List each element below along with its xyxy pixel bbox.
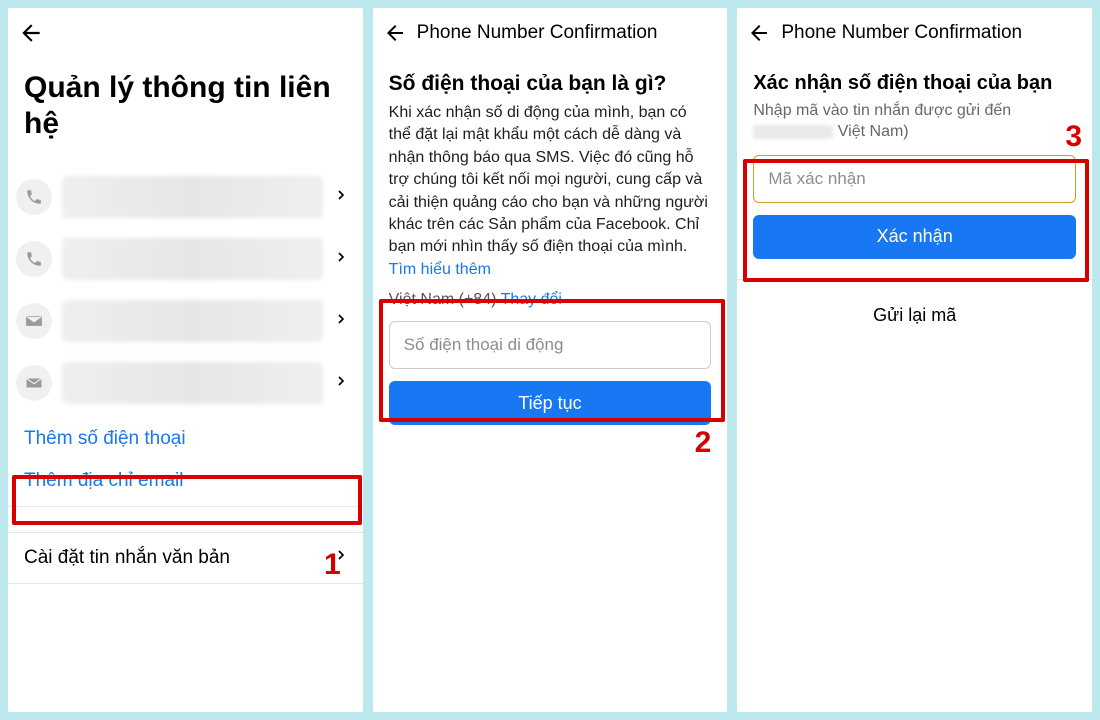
contact-row-phone[interactable]	[8, 166, 363, 228]
header-bar	[8, 8, 363, 58]
continue-button[interactable]: Tiếp tục	[389, 381, 712, 425]
chevron-right-icon	[333, 249, 349, 270]
annotation-number-2: 2	[695, 426, 712, 460]
mail-icon	[16, 365, 52, 401]
continue-label: Tiếp tục	[518, 393, 581, 414]
screen-code-confirmation: Phone Number Confirmation Xác nhận số đi…	[737, 8, 1092, 712]
country-prefix: Việt Nam (+84)	[389, 291, 497, 308]
phone-icon	[16, 241, 52, 277]
question-heading: Số điện thoại của bạn là gì?	[389, 72, 712, 96]
phone-placeholder: Số điện thoại di động	[404, 335, 564, 355]
header-bar: Phone Number Confirmation	[373, 8, 728, 58]
sms-settings-label: Cài đặt tin nhắn văn bản	[24, 547, 230, 569]
redacted-number	[753, 125, 833, 139]
explanation-text: Khi xác nhận số di động của mình, bạn có…	[389, 104, 708, 255]
redacted-value	[62, 176, 323, 218]
code-placeholder: Mã xác nhận	[768, 169, 865, 189]
resend-code-button[interactable]: Gửi lại mã	[753, 294, 1076, 338]
page-title: Quản lý thông tin liên hệ	[8, 58, 363, 166]
body: Xác nhận số điện thoại của bạn Nhập mã v…	[737, 58, 1092, 259]
header-title: Phone Number Confirmation	[781, 22, 1022, 44]
divider	[8, 506, 363, 532]
redacted-value	[62, 300, 323, 342]
subtitle-post: Việt Nam)	[838, 123, 909, 140]
redacted-value	[62, 238, 323, 280]
chevron-right-icon	[333, 547, 349, 569]
phone-number-input[interactable]: Số điện thoại di động	[389, 321, 712, 369]
sms-settings-row[interactable]: Cài đặt tin nhắn văn bản	[8, 532, 363, 584]
contact-row-email[interactable]	[8, 290, 363, 352]
header-bar: Phone Number Confirmation	[737, 8, 1092, 58]
resend-label: Gửi lại mã	[873, 305, 956, 326]
confirmation-code-input[interactable]: Mã xác nhận	[753, 155, 1076, 203]
confirm-label: Xác nhận	[877, 226, 953, 247]
chevron-right-icon	[333, 373, 349, 394]
country-code-line: Việt Nam (+84) Thay đổi	[389, 291, 712, 309]
subtitle-pre: Nhập mã vào tin nhắn được gửi đến	[753, 102, 1011, 119]
chevron-right-icon	[333, 311, 349, 332]
add-phone-link[interactable]: Thêm số điện thoại	[8, 414, 363, 464]
confirm-button[interactable]: Xác nhận	[753, 215, 1076, 259]
contact-row-phone[interactable]	[8, 228, 363, 290]
screen-contact-management: Quản lý thông tin liên hệ	[8, 8, 363, 712]
confirm-heading: Xác nhận số điện thoại của bạn	[753, 72, 1076, 95]
add-email-link[interactable]: Thêm địa chỉ email	[8, 464, 363, 506]
contact-row-email[interactable]	[8, 352, 363, 414]
back-arrow-icon[interactable]	[383, 21, 407, 45]
divider	[737, 279, 1092, 280]
phone-icon	[16, 179, 52, 215]
confirm-subtitle: Nhập mã vào tin nhắn được gửi đến Việt N…	[753, 101, 1076, 143]
back-arrow-icon[interactable]	[747, 21, 771, 45]
header-title: Phone Number Confirmation	[417, 22, 658, 44]
chevron-right-icon	[333, 187, 349, 208]
explanation-paragraph: Khi xác nhận số di động của mình, bạn có…	[389, 102, 712, 281]
back-arrow-icon[interactable]	[18, 20, 44, 46]
body: Số điện thoại của bạn là gì? Khi xác nhậ…	[373, 58, 728, 425]
change-country-link[interactable]: Thay đổi	[501, 291, 562, 308]
learn-more-link[interactable]: Tìm hiểu thêm	[389, 261, 491, 278]
screen-phone-entry: Phone Number Confirmation Số điện thoại …	[373, 8, 728, 712]
redacted-value	[62, 362, 323, 404]
mail-icon	[16, 303, 52, 339]
